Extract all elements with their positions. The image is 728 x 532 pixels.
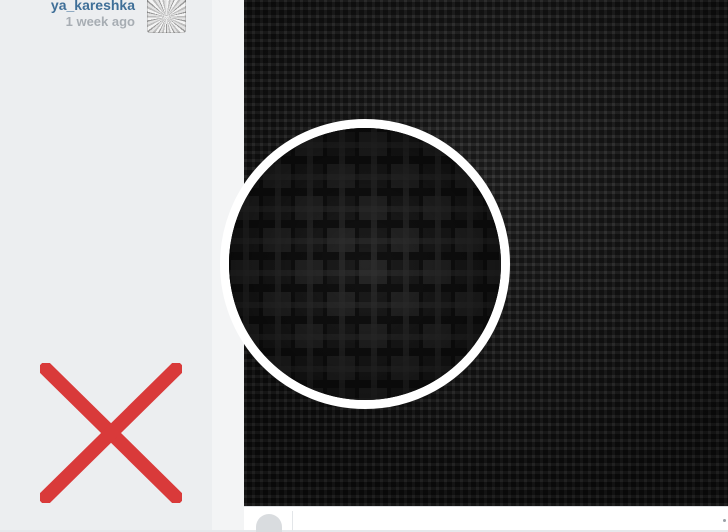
- weave-pattern: [229, 128, 501, 400]
- magnifier-circle: [220, 119, 510, 409]
- x-mark-icon: [40, 363, 182, 503]
- photo-viewer[interactable]: [220, 0, 728, 506]
- footer-divider: [292, 511, 293, 531]
- more-dot-icon[interactable]: [723, 519, 726, 522]
- photo-footer: [244, 506, 728, 532]
- comment-username[interactable]: ya_kareshka: [51, 0, 135, 13]
- heart-icon[interactable]: [256, 514, 282, 532]
- comment-timestamp: 1 week ago: [65, 14, 135, 29]
- comment-author-block: ya_kareshka 1 week ago: [0, 0, 212, 40]
- comment-panel: ya_kareshka 1 week ago: [0, 0, 212, 530]
- avatar[interactable]: [147, 0, 186, 33]
